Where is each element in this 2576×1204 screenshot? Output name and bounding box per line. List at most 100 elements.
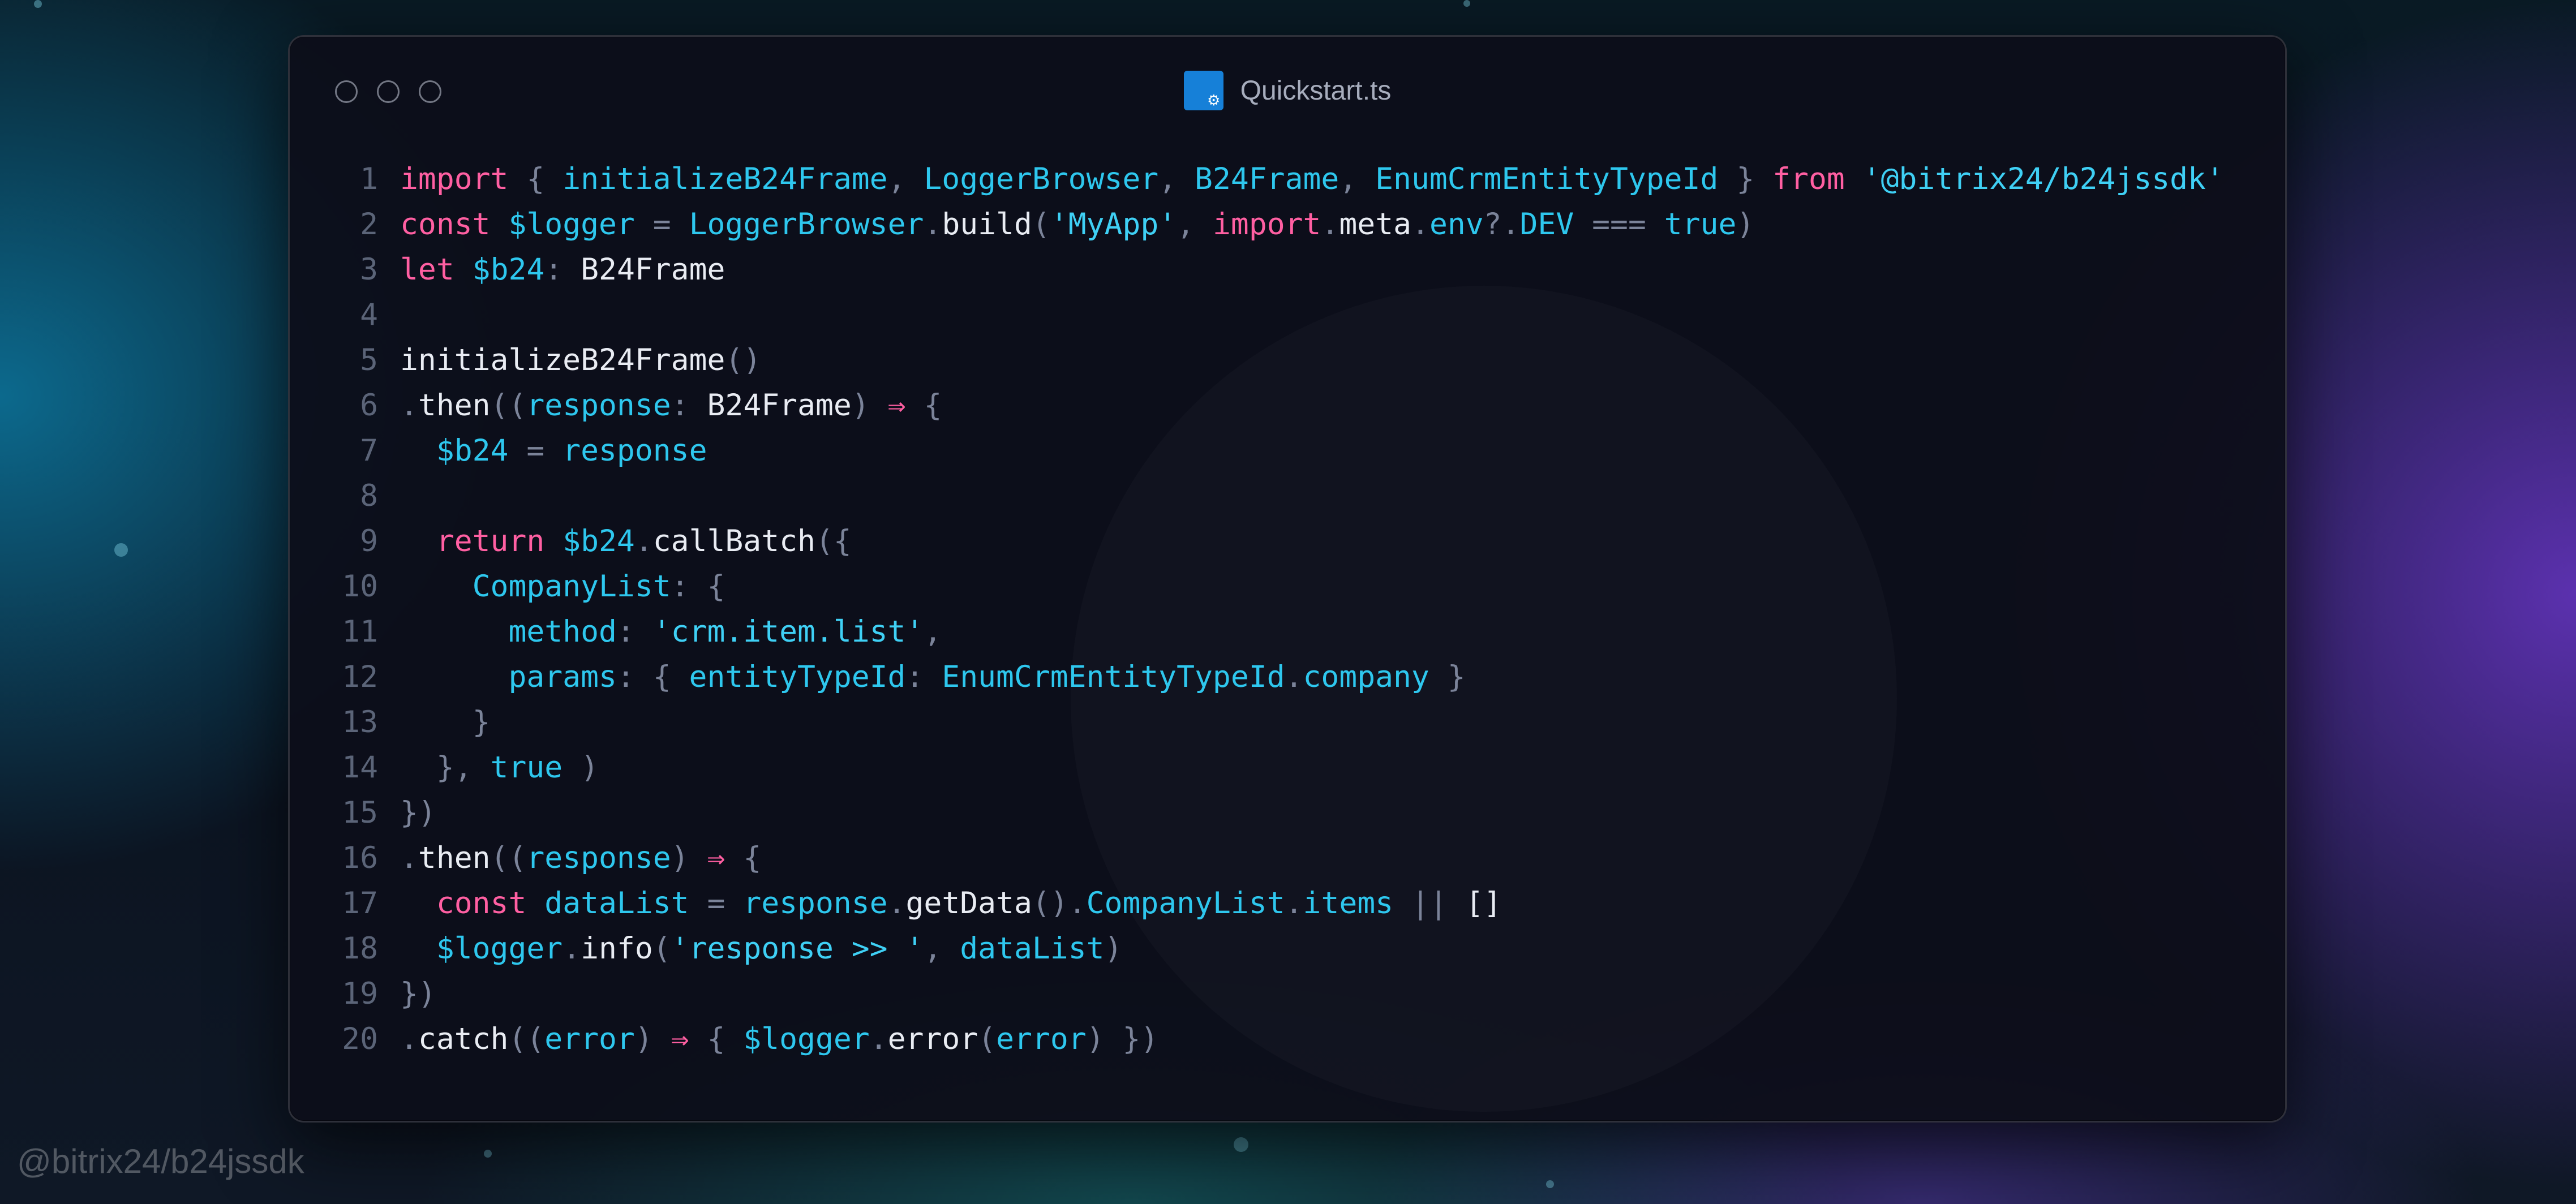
line-number: 4 (360, 298, 378, 332)
code-text: }) (400, 790, 436, 836)
code-line[interactable]: 3 let $b24: B24Frame (290, 247, 2285, 293)
background-dot (1234, 1137, 1248, 1152)
code-line[interactable]: 9 return $b24.callBatch({ (290, 519, 2285, 564)
code-text: const dataList = response.getData().Comp… (400, 881, 1502, 926)
code-token: (( (508, 1022, 545, 1056)
code-text: }, true ) (400, 745, 599, 790)
code-token: ) (851, 388, 888, 423)
code-token: } (1429, 660, 1466, 694)
code-text: method: 'crm.item.list', (400, 609, 942, 655)
code-line[interactable]: 8 (290, 474, 2285, 519)
code-token: error (544, 1022, 635, 1056)
code-line[interactable]: 11 method: 'crm.item.list', (290, 609, 2285, 655)
code-line[interactable]: 5 initializeB24Frame() (290, 338, 2285, 383)
code-line[interactable]: 2 const $logger = LoggerBrowser.build('My… (290, 202, 2285, 247)
code-token: import (1213, 207, 1321, 242)
code-token: { (725, 841, 762, 875)
code-token: () (725, 343, 762, 377)
background-dot (1463, 0, 1470, 7)
code-line[interactable]: 10 CompanyList: { (290, 564, 2285, 609)
line-number: 17 (342, 886, 378, 921)
code-token: then (418, 841, 491, 875)
code-token: ) }) (1086, 1022, 1159, 1056)
code-text: $logger.info('response >> ', dataList) (400, 926, 1123, 971)
code-token: company (1303, 660, 1429, 694)
code-token: { (689, 1022, 744, 1056)
line-number: 1 (360, 162, 378, 196)
background-dot (34, 0, 42, 8)
code-token: . (400, 841, 418, 875)
code-token: response (526, 388, 671, 423)
code-token: LoggerBrowser (689, 207, 924, 242)
window-title: ⚙ Quickstart.ts (290, 71, 2285, 113)
code-text: }) (400, 971, 436, 1017)
code-token: DEV (1519, 207, 1574, 242)
code-text: const $logger = LoggerBrowser.build('MyA… (400, 202, 1754, 247)
code-line[interactable]: 1 import { initializeB24Frame, LoggerBrow… (290, 157, 2285, 202)
code-token: ) (671, 841, 707, 875)
code-line[interactable]: 15}) (290, 790, 2285, 836)
code-line[interactable]: 6 .then((response: B24Frame) ⇒ { (290, 383, 2285, 428)
code-editor[interactable]: 1 import { initializeB24Frame, LoggerBrow… (290, 157, 2285, 1062)
code-line[interactable]: 4 (290, 293, 2285, 338)
code-token: CompanyList (1086, 886, 1285, 921)
code-line[interactable]: 14 }, true ) (290, 745, 2285, 790)
line-number: 13 (342, 705, 378, 739)
code-window: ⚙ Quickstart.ts 1 import { initializeB24F… (288, 35, 2287, 1123)
code-line[interactable]: 18 $logger.info('response >> ', dataList… (290, 926, 2285, 971)
code-token: error (996, 1022, 1087, 1056)
code-text: params: { entityTypeId: EnumCrmEntityTyp… (400, 655, 1466, 700)
code-token: getData (905, 886, 1032, 921)
code-token: ( (1032, 207, 1050, 242)
code-token: CompanyList (472, 569, 671, 604)
code-token: . (924, 207, 942, 242)
code-token: 'crm.item.list' (652, 614, 924, 649)
code-token: ) (1104, 931, 1123, 966)
code-token: === (1574, 207, 1664, 242)
code-line[interactable]: 20 .catch((error) ⇒ { $logger.error(error… (290, 1017, 2285, 1062)
code-token: : (671, 388, 707, 423)
code-text: .then((response) ⇒ { (400, 836, 761, 881)
code-token: : { (671, 569, 725, 604)
code-token: info (581, 931, 653, 966)
code-token: callBatch (652, 524, 815, 558)
code-token: }, (400, 750, 491, 785)
code-token: ⇒ (671, 1022, 689, 1056)
code-token: }) (400, 977, 436, 1011)
code-token: B24Frame (1195, 162, 1339, 196)
code-token: dataList (960, 931, 1105, 966)
code-token: = (508, 433, 563, 468)
code-line[interactable]: 13 } (290, 700, 2285, 745)
code-line[interactable]: 19}) (290, 971, 2285, 1017)
code-token: meta (1339, 207, 1412, 242)
code-token: const (400, 207, 491, 242)
line-number: 7 (360, 433, 378, 468)
code-text: CompanyList: { (400, 564, 725, 609)
watermark: @bitrix24/b24jssdk (17, 1142, 304, 1180)
code-token: return (436, 524, 545, 558)
code-line[interactable]: 12 params: { entityTypeId: EnumCrmEntity… (290, 655, 2285, 700)
line-number: 5 (360, 343, 378, 377)
code-token: ({ (815, 524, 852, 558)
code-token: $b24 (563, 524, 635, 558)
code-token: then (418, 388, 491, 423)
code-token: catch (418, 1022, 509, 1056)
window-titlebar: ⚙ Quickstart.ts (290, 37, 2285, 144)
code-line[interactable]: 16 .then((response) ⇒ { (290, 836, 2285, 881)
code-text: $b24 = response (400, 428, 707, 474)
code-line[interactable]: 17 const dataList = response.getData().C… (290, 881, 2285, 926)
code-token: LoggerBrowser (924, 162, 1159, 196)
line-number: 14 (342, 750, 378, 785)
code-token: ( (652, 931, 671, 966)
code-text: import { initializeB24Frame, LoggerBrows… (400, 157, 2224, 202)
code-line[interactable]: 7 $b24 = response (290, 428, 2285, 474)
code-token: , (1339, 162, 1376, 196)
code-text: return $b24.callBatch({ (400, 519, 852, 564)
